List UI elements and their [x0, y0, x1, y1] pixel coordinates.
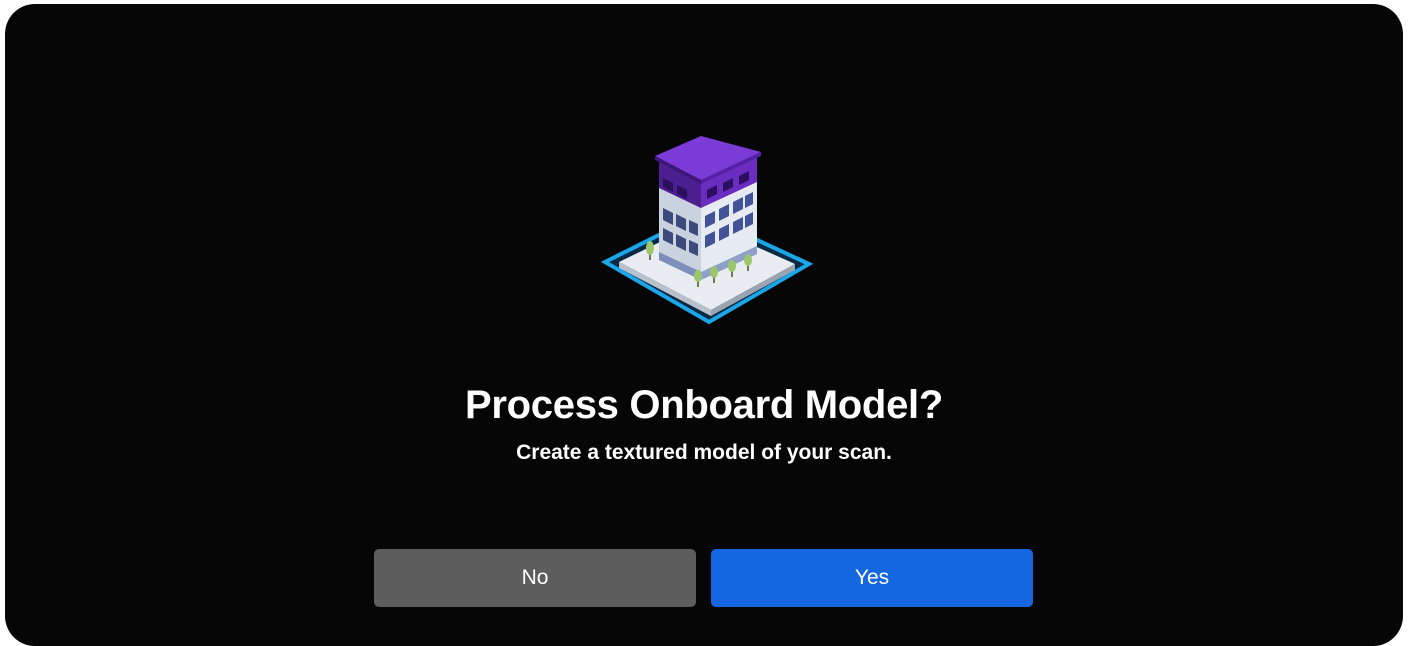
building-scan-icon	[597, 132, 821, 332]
no-button[interactable]: No	[374, 549, 696, 607]
dialog-screen: Process Onboard Model? Create a textured…	[5, 4, 1403, 646]
building-scan-illustration	[600, 136, 814, 325]
yes-button[interactable]: Yes	[711, 549, 1033, 607]
dialog-title: Process Onboard Model?	[465, 383, 943, 427]
dialog-subtitle: Create a textured model of your scan.	[516, 441, 892, 464]
